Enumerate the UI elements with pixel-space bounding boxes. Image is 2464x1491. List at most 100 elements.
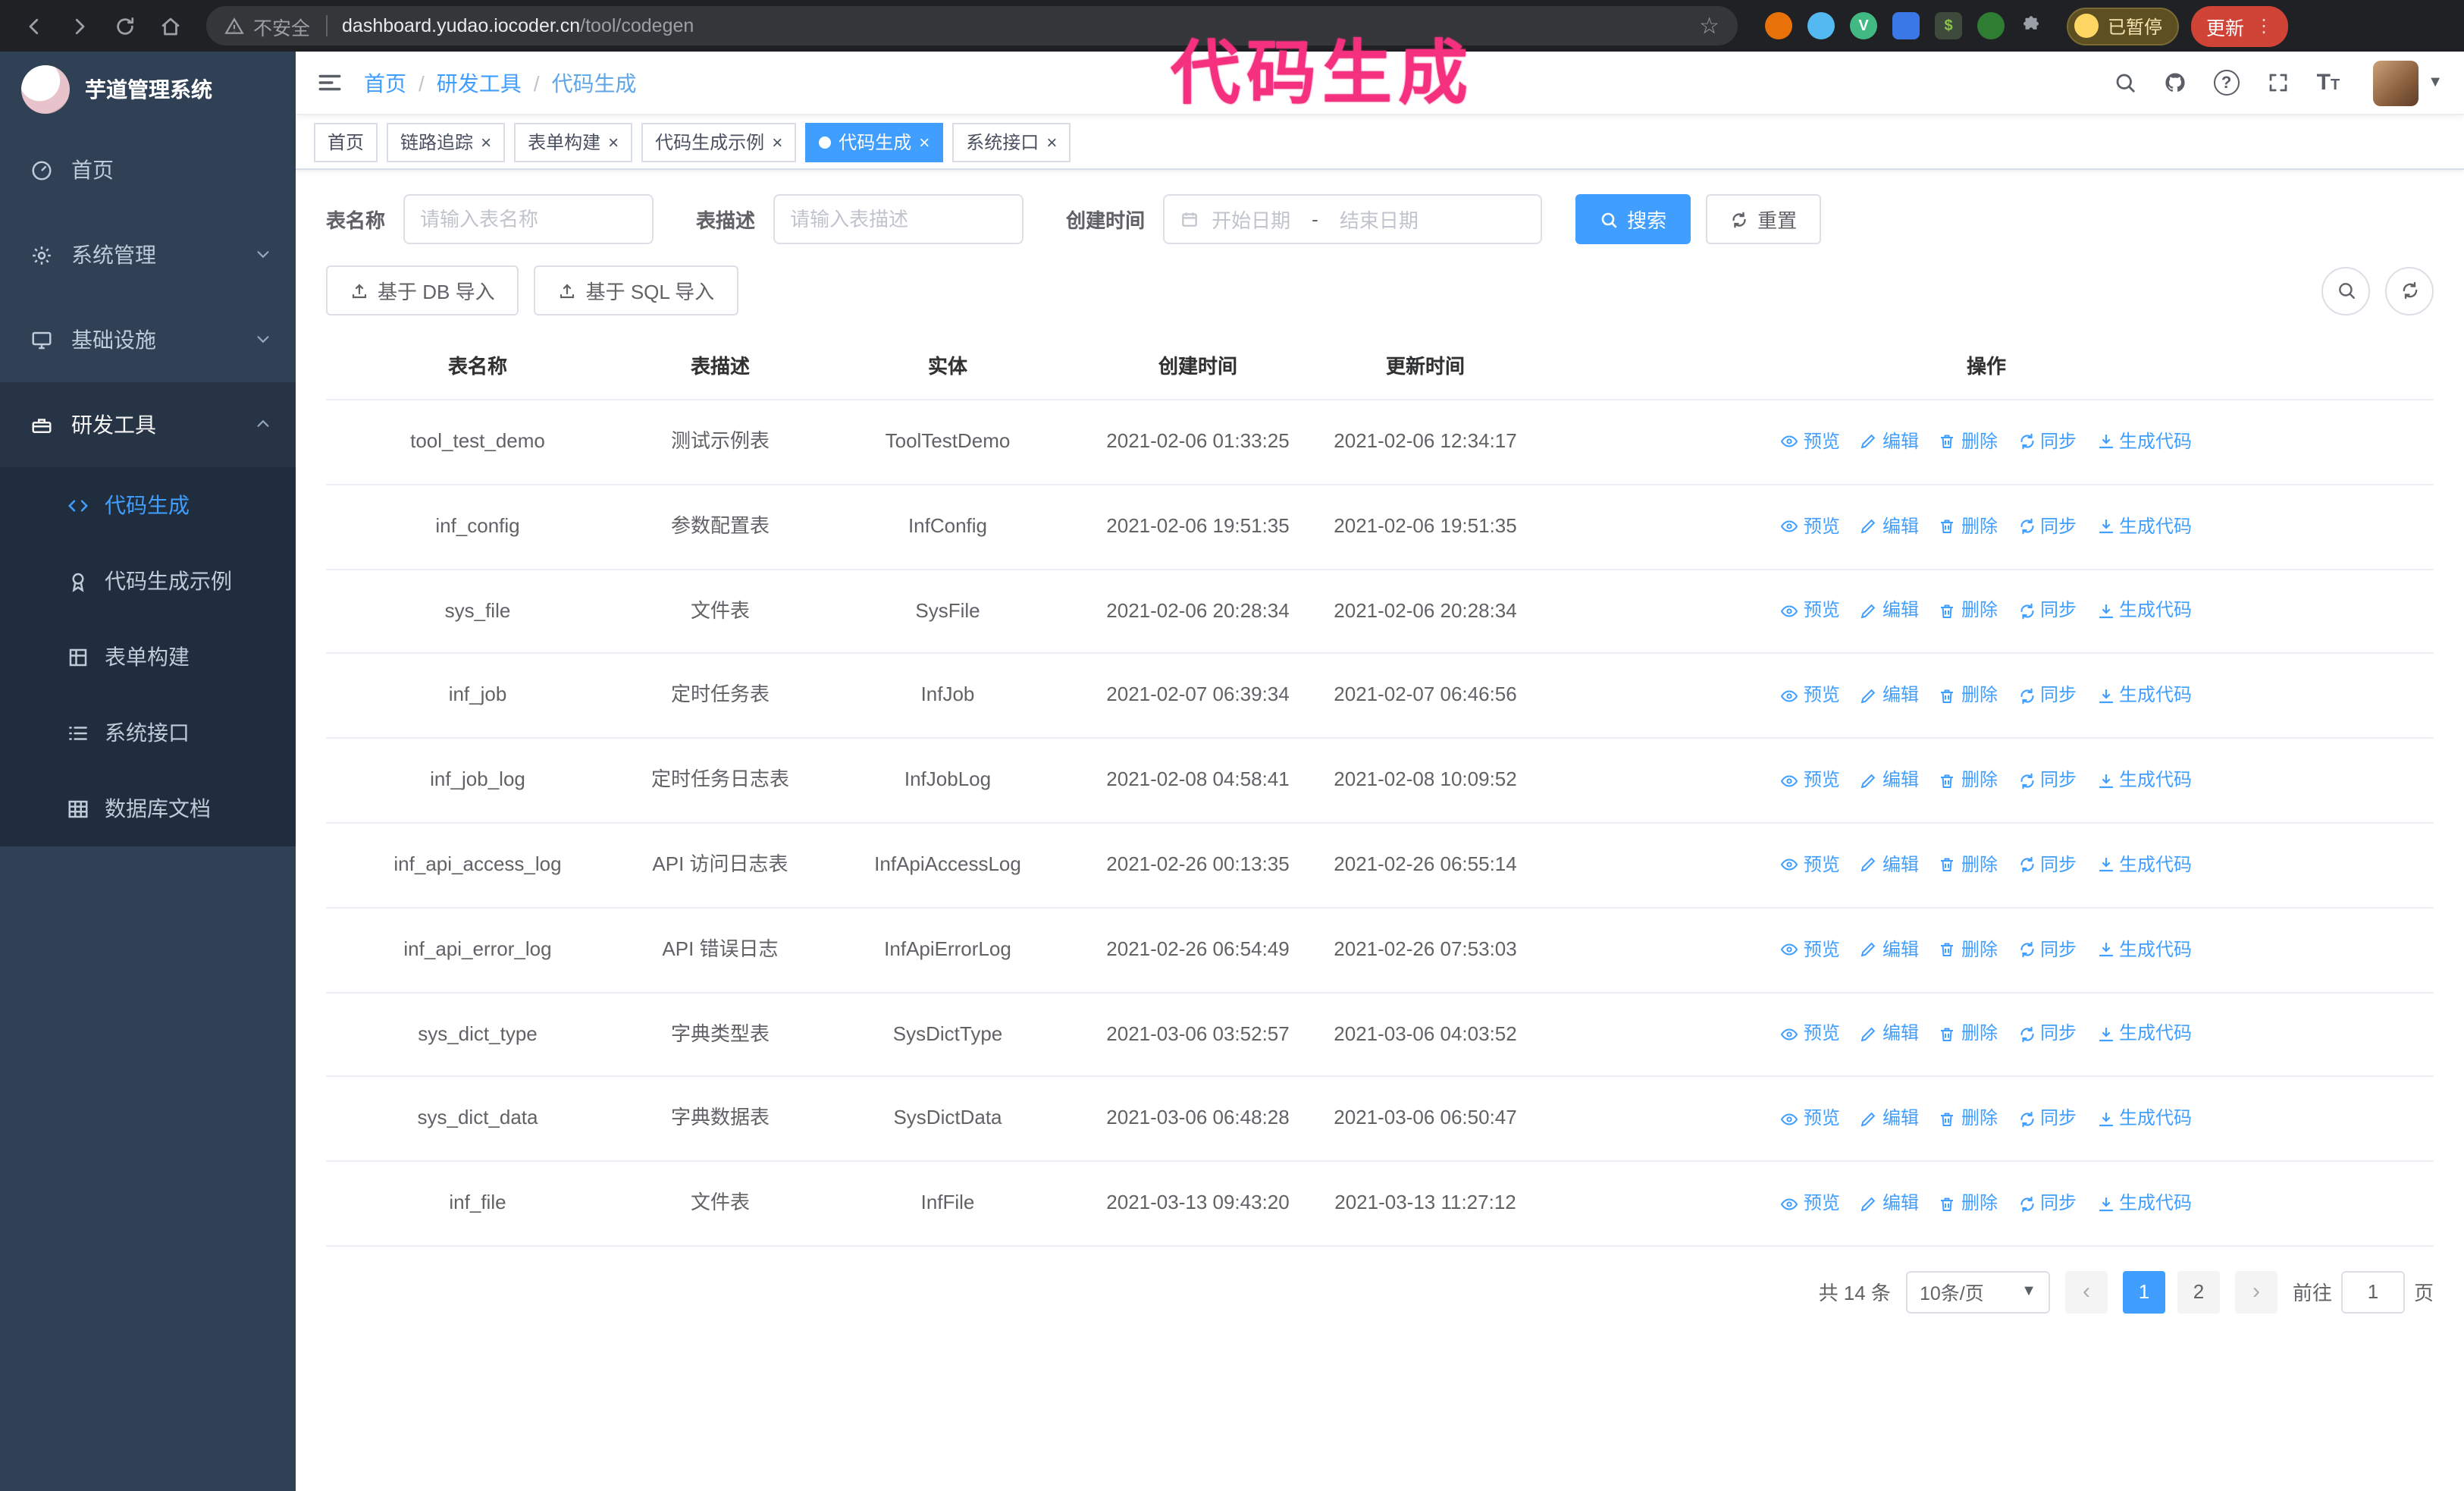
generate-code-action[interactable]: 生成代码 (2096, 766, 2192, 795)
close-icon[interactable]: × (608, 133, 619, 151)
text-size-icon[interactable]: TT (2317, 70, 2340, 96)
tab[interactable]: 首页 × (314, 122, 378, 162)
delete-action[interactable]: 删除 (1939, 935, 1998, 964)
generate-code-action[interactable]: 生成代码 (2096, 851, 2192, 880)
extension-icon[interactable] (1765, 12, 1792, 39)
search-icon[interactable] (2114, 71, 2136, 94)
edit-action[interactable]: 编辑 (1860, 681, 1919, 710)
bookmark-star-icon[interactable]: ☆ (1699, 12, 1719, 39)
edit-action[interactable]: 编辑 (1860, 512, 1919, 541)
sidebar-item-system[interactable]: 系统管理 (0, 212, 296, 297)
extension-icon[interactable]: $ (1935, 12, 1962, 39)
delete-action[interactable]: 删除 (1939, 1020, 1998, 1049)
sidebar-item-form-builder[interactable]: 表单构建 (0, 619, 296, 695)
edit-action[interactable]: 编辑 (1860, 597, 1919, 626)
delete-action[interactable]: 删除 (1939, 1189, 1998, 1218)
fullscreen-icon[interactable] (2267, 71, 2290, 94)
generate-code-action[interactable]: 生成代码 (2096, 681, 2192, 710)
delete-action[interactable]: 删除 (1939, 428, 1998, 457)
reload-icon[interactable] (103, 5, 146, 47)
preview-action[interactable]: 预览 (1781, 1189, 1840, 1218)
extension-icon[interactable] (1892, 12, 1920, 39)
search-button[interactable]: 搜索 (1575, 194, 1691, 244)
home-icon[interactable] (149, 5, 191, 47)
tab[interactable]: 链路追踪 × (387, 122, 506, 162)
tab[interactable]: 代码生成示例 × (641, 122, 797, 162)
date-range-picker[interactable]: 开始日期 - 结束日期 (1163, 194, 1543, 244)
refresh-table-button[interactable] (2385, 266, 2434, 315)
tab[interactable]: 表单构建 × (514, 122, 633, 162)
sync-action[interactable]: 同步 (2017, 1104, 2077, 1133)
sync-action[interactable]: 同步 (2017, 512, 2077, 541)
reset-button[interactable]: 重置 (1706, 194, 1822, 244)
kebab-menu-icon[interactable]: ⋮ (2255, 15, 2273, 36)
close-icon[interactable]: × (481, 133, 491, 151)
extension-icon[interactable] (1977, 12, 2005, 39)
paused-badge[interactable]: 已暂停 (2067, 7, 2180, 45)
extension-icon[interactable] (1807, 12, 1835, 39)
sidebar-item-codegen-example[interactable]: 代码生成示例 (0, 543, 296, 619)
close-icon[interactable]: × (919, 133, 929, 151)
page-number-button[interactable]: 2 (2177, 1270, 2220, 1314)
sidebar-item-devtools[interactable]: 研发工具 (0, 382, 296, 467)
tab[interactable]: 系统接口 × (952, 122, 1071, 162)
delete-action[interactable]: 删除 (1939, 851, 1998, 880)
sync-action[interactable]: 同步 (2017, 681, 2077, 710)
sidebar-item-db-doc[interactable]: 数据库文档 (0, 771, 296, 846)
delete-action[interactable]: 删除 (1939, 597, 1998, 626)
puzzle-icon[interactable] (2020, 14, 2042, 37)
generate-code-action[interactable]: 生成代码 (2096, 1189, 2192, 1218)
github-icon[interactable] (2164, 71, 2187, 94)
sync-action[interactable]: 同步 (2017, 597, 2077, 626)
preview-action[interactable]: 预览 (1781, 428, 1840, 457)
sidebar-item-api[interactable]: 系统接口 (0, 695, 296, 771)
preview-action[interactable]: 预览 (1781, 597, 1840, 626)
close-icon[interactable]: × (772, 133, 782, 151)
app-logo-row[interactable]: 芋道管理系统 (0, 52, 296, 127)
generate-code-action[interactable]: 生成代码 (2096, 1104, 2192, 1133)
sync-action[interactable]: 同步 (2017, 766, 2077, 795)
delete-action[interactable]: 删除 (1939, 766, 1998, 795)
edit-action[interactable]: 编辑 (1860, 766, 1919, 795)
user-menu[interactable]: ▼ (2373, 60, 2443, 105)
generate-code-action[interactable]: 生成代码 (2096, 428, 2192, 457)
sync-action[interactable]: 同步 (2017, 1020, 2077, 1049)
back-icon[interactable] (12, 5, 55, 47)
edit-action[interactable]: 编辑 (1860, 1020, 1919, 1049)
table-name-input[interactable] (403, 194, 654, 244)
prev-page-button[interactable]: ‹ (2064, 1270, 2108, 1314)
preview-action[interactable]: 预览 (1781, 935, 1840, 964)
toggle-search-button[interactable] (2321, 266, 2370, 315)
vue-devtools-icon[interactable]: V (1850, 12, 1877, 39)
sidebar-item-home[interactable]: 首页 (0, 127, 296, 212)
delete-action[interactable]: 删除 (1939, 512, 1998, 541)
edit-action[interactable]: 编辑 (1860, 1104, 1919, 1133)
hamburger-icon[interactable] (317, 70, 343, 96)
preview-action[interactable]: 预览 (1781, 681, 1840, 710)
delete-action[interactable]: 删除 (1939, 681, 1998, 710)
generate-code-action[interactable]: 生成代码 (2096, 1020, 2192, 1049)
preview-action[interactable]: 预览 (1781, 512, 1840, 541)
sync-action[interactable]: 同步 (2017, 851, 2077, 880)
edit-action[interactable]: 编辑 (1860, 428, 1919, 457)
table-desc-input[interactable] (773, 194, 1024, 244)
preview-action[interactable]: 预览 (1781, 766, 1840, 795)
generate-code-action[interactable]: 生成代码 (2096, 935, 2192, 964)
edit-action[interactable]: 编辑 (1860, 851, 1919, 880)
page-number-button[interactable]: 1 (2122, 1270, 2165, 1314)
goto-page-input[interactable] (2340, 1270, 2405, 1314)
url-bar[interactable]: 不安全 dashboard.yudao.iocoder.cn/tool/code… (206, 6, 1738, 46)
generate-code-action[interactable]: 生成代码 (2096, 597, 2192, 626)
update-button[interactable]: 更新 ⋮ (2191, 5, 2289, 46)
next-page-button[interactable]: › (2234, 1270, 2277, 1314)
preview-action[interactable]: 预览 (1781, 1104, 1840, 1133)
preview-action[interactable]: 预览 (1781, 1020, 1840, 1049)
delete-action[interactable]: 删除 (1939, 1104, 1998, 1133)
sidebar-item-infra[interactable]: 基础设施 (0, 297, 296, 382)
page-size-select[interactable]: 10条/页 ▼ (1905, 1270, 2050, 1314)
import-sql-button[interactable]: 基于 SQL 导入 (534, 265, 739, 315)
sync-action[interactable]: 同步 (2017, 428, 2077, 457)
edit-action[interactable]: 编辑 (1860, 1189, 1919, 1218)
breadcrumb-home[interactable]: 首页 (364, 67, 406, 98)
edit-action[interactable]: 编辑 (1860, 935, 1919, 964)
